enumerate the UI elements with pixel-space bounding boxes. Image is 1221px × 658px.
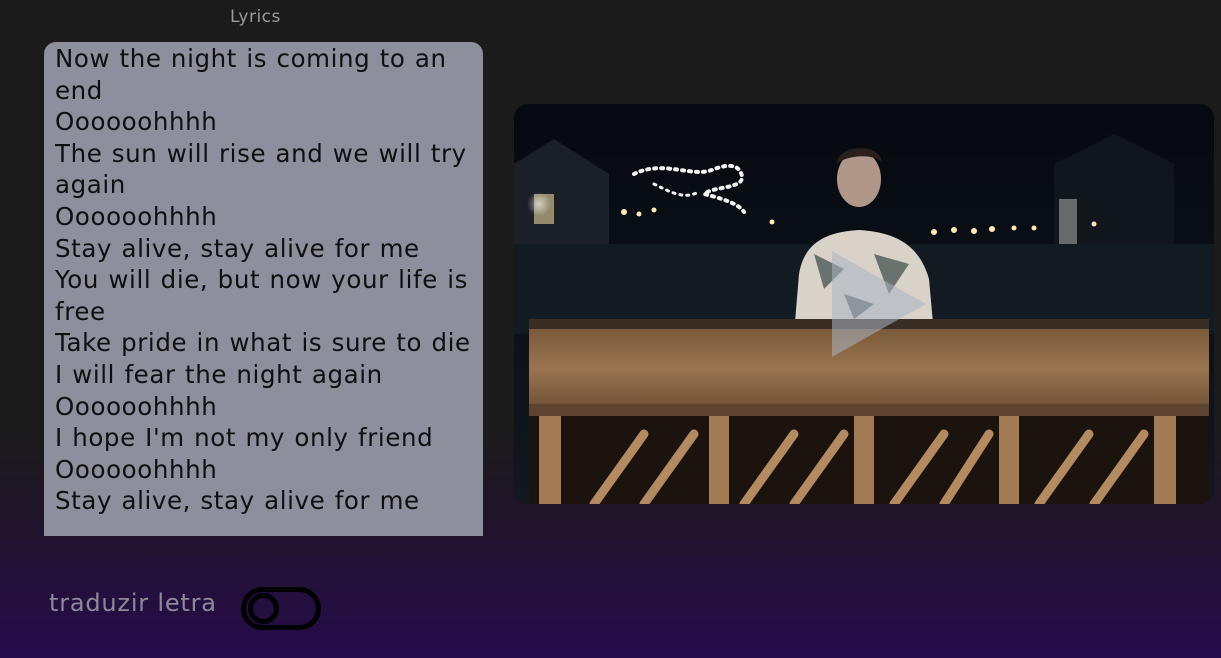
lyric-line: Stay alive, stay alive for me [55,233,420,263]
lyric-line: I hope I'm not my only friend [55,423,434,453]
lyrics-panel[interactable]: Now the night is coming to an end Oooooo… [44,42,483,536]
lyric-line: Take pride in what is sure to die [55,328,471,358]
translate-toggle[interactable] [241,587,321,630]
lyric-line: You will die, but now your life is free [55,265,469,326]
lyric-line: Oooooohhhh [55,201,218,231]
lyric-line: Now the night is coming to an end [55,44,447,105]
lyric-line: Oooooohhhh [55,391,218,421]
lyrics-heading: Lyrics [230,7,281,27]
toggle-knob [248,593,279,624]
video-thumbnail [514,104,1214,504]
lyric-line: The sun will rise and we will try again [55,138,467,200]
lyric-line: Oooooohhhh [55,107,218,137]
lyric-line: Stay alive, stay alive for me [55,486,420,516]
translate-lyrics-label: traduzir letra [49,589,217,617]
lyric-line: I will fear the night again [55,359,383,389]
lyric-line: Oooooohhhh [55,454,218,484]
video-player[interactable] [514,104,1214,504]
